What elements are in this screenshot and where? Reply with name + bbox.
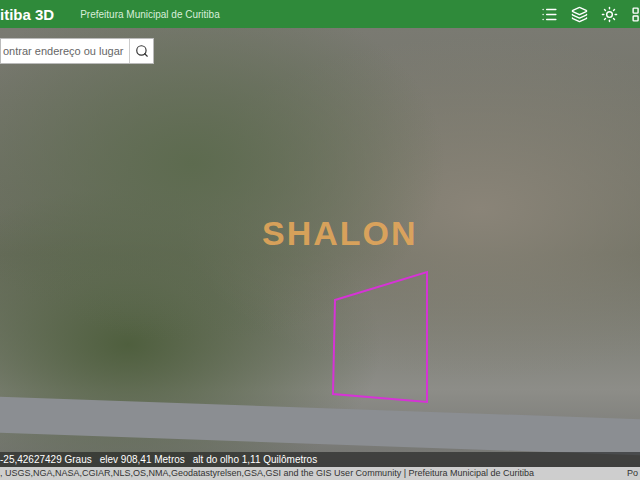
tool-button[interactable]	[540, 2, 558, 26]
sun-icon	[601, 6, 618, 23]
map-view[interactable]: SHALON -25,42627429 Graus elev 908,41 Metr…	[0, 28, 640, 480]
eye-altitude: alt do olho 1,11 Quilômetros	[193, 454, 317, 465]
search-box	[0, 38, 154, 64]
powered-by-link[interactable]: Po	[627, 468, 640, 478]
toolbar	[540, 2, 640, 26]
lot-outline	[0, 28, 640, 480]
layers-icon	[571, 6, 588, 23]
watermark: SHALON	[262, 214, 418, 253]
app-title: itiba 3D	[0, 6, 54, 23]
tool-button[interactable]	[630, 2, 640, 26]
search-button[interactable]	[129, 39, 153, 63]
info-bar: -25,42627429 Graus elev 908,41 Metros alt …	[0, 452, 640, 480]
attribution: , USGS,NGA,NASA,CGIAR,NLS,OS,NMA,Geodata…	[0, 468, 627, 478]
road	[0, 397, 640, 455]
status-row: -25,42627429 Graus elev 908,41 Metros alt …	[0, 452, 640, 467]
search-icon	[135, 44, 149, 58]
elevation: elev 908,41 Metros	[100, 454, 185, 465]
app: itiba 3D Prefeitura Municipal de Curitiba…	[0, 0, 640, 480]
list-icon	[541, 6, 558, 23]
tool-button[interactable]	[570, 2, 588, 26]
search-input[interactable]	[1, 39, 129, 63]
grid-icon	[631, 6, 640, 23]
coordinates: -25,42627429 Graus	[0, 454, 92, 465]
attribution-row: , USGS,NGA,NASA,CGIAR,NLS,OS,NMA,Geodata…	[0, 467, 640, 480]
tool-button[interactable]	[600, 2, 618, 26]
app-subtitle: Prefeitura Municipal de Curitiba	[80, 9, 220, 20]
header: itiba 3D Prefeitura Municipal de Curitiba	[0, 0, 640, 28]
